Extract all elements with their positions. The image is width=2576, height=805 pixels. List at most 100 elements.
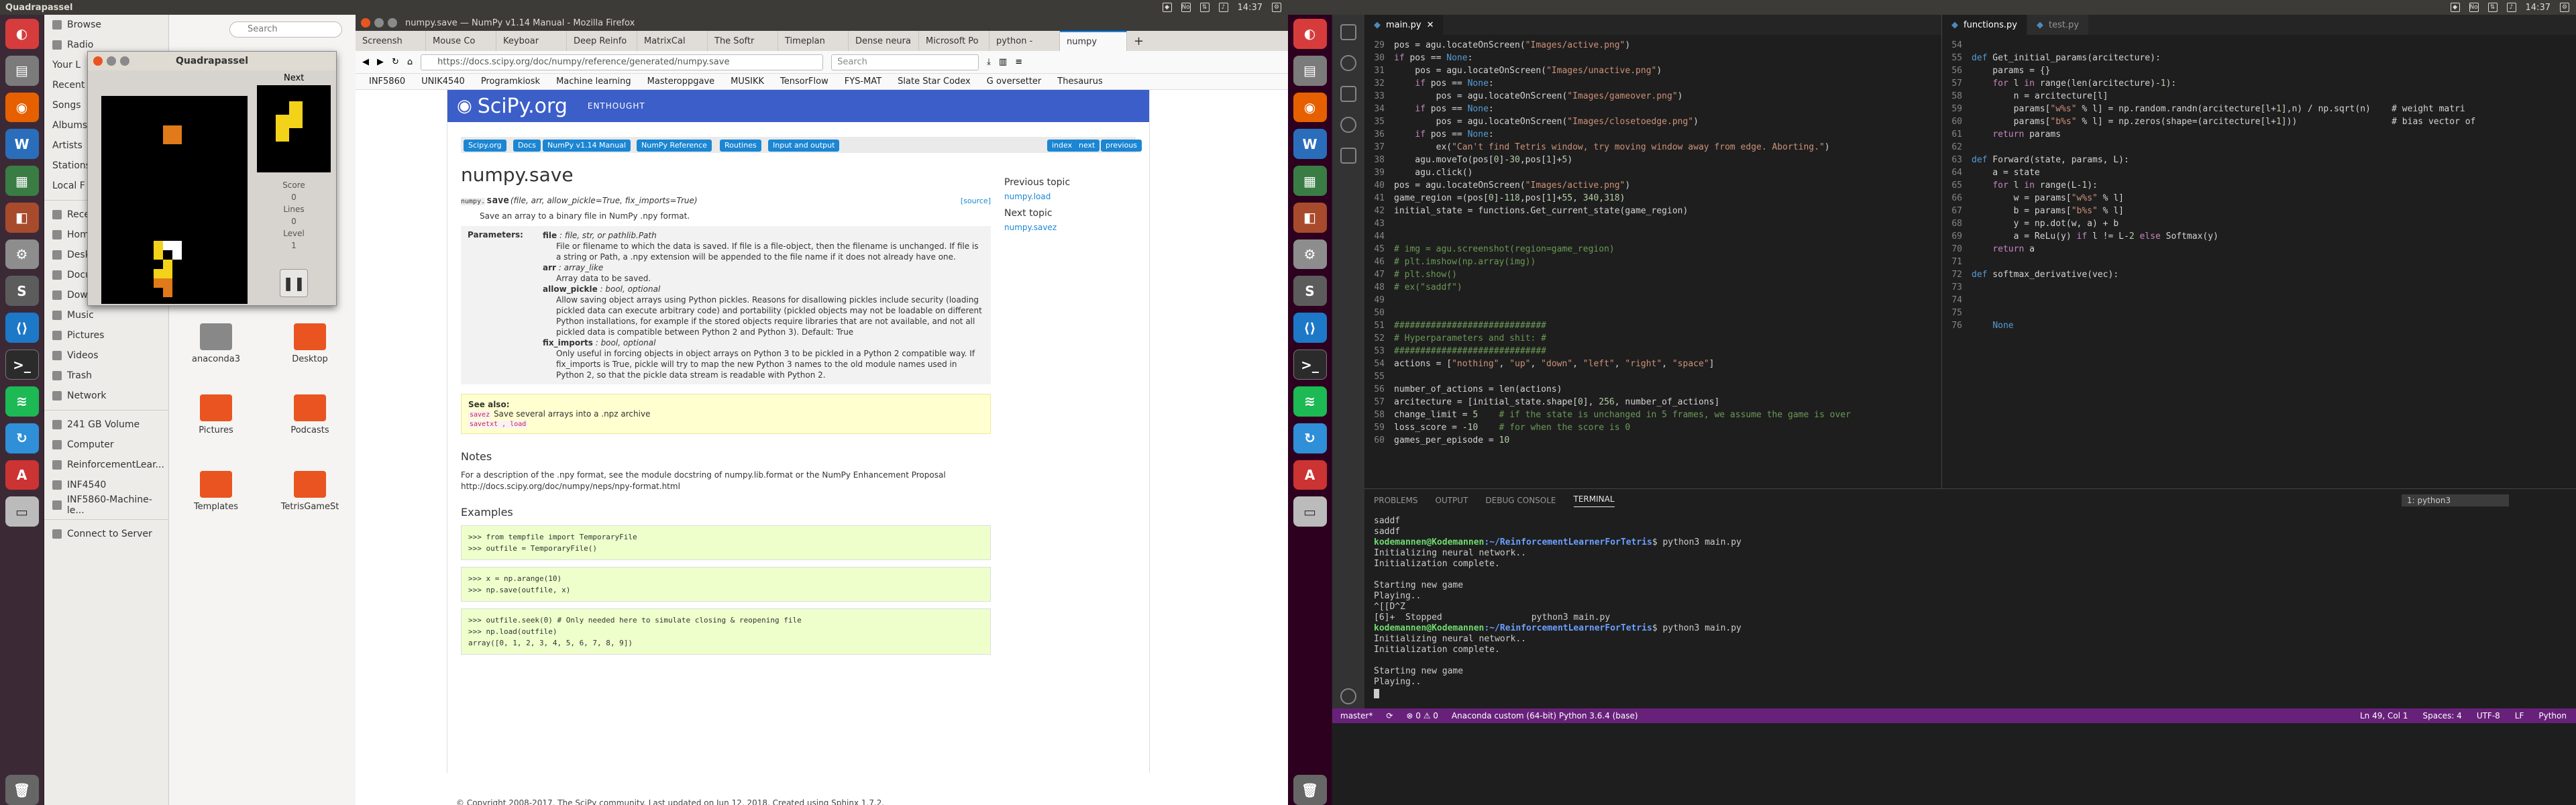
dropbox-icon[interactable]: ◆ <box>1162 3 1172 12</box>
code-line[interactable]: 75 <box>1942 307 2576 319</box>
tab-problems[interactable]: PROBLEMS <box>1374 496 1418 505</box>
tab-terminal[interactable]: TERMINAL <box>1573 494 1615 507</box>
code-line[interactable]: 59 loss_score = -10 # for when the score … <box>1364 421 1941 434</box>
code-line[interactable]: 46 # plt.imshow(np.array(img)) <box>1364 256 1941 268</box>
code-line[interactable]: 61 return params <box>1942 128 2576 141</box>
code-line[interactable]: 31 pos = agu.locateOnScreen("Images/unac… <box>1364 64 1941 77</box>
volume-icon[interactable]: ♪ <box>1218 3 1228 12</box>
tetris-titlebar[interactable]: Quadrapassel <box>88 52 336 70</box>
terminal-output[interactable]: saddf saddf kodemannen@Kodemannen:~/Reinfo… <box>1364 512 2576 698</box>
url-bar[interactable]: https://docs.scipy.org/doc/numpy/referen… <box>421 54 824 70</box>
browser-tab[interactable]: Mouse Co <box>426 31 496 51</box>
line-ending[interactable]: LF <box>2515 711 2524 720</box>
settings-gear-icon[interactable]: ⚙ <box>1272 3 1281 12</box>
code-line[interactable]: 58 n = arcitecture[l] <box>1942 90 2576 103</box>
code-line[interactable]: 43 <box>1364 217 1941 230</box>
back-icon[interactable]: ◀ <box>362 57 369 67</box>
encoding[interactable]: UTF-8 <box>2477 711 2500 720</box>
code-line[interactable]: 44 <box>1364 230 1941 243</box>
sidebar-item-pictures[interactable]: Pictures <box>44 325 168 345</box>
savetxt-load-links[interactable]: savetxt , load <box>468 421 528 428</box>
code-line[interactable]: 32 if pos == None: <box>1364 77 1941 90</box>
browser-tab[interactable]: Keyboar <box>496 31 567 51</box>
cursor-position[interactable]: Ln 49, Col 1 <box>2360 711 2408 720</box>
code-line[interactable]: 38 agu.moveTo(pos[0]-30,pos[1]+5) <box>1364 154 1941 166</box>
browser-tab[interactable]: Deep Reinfo <box>567 31 637 51</box>
code-editor-main[interactable]: 29 pos = agu.locateOnScreen("Images/activ… <box>1364 39 1941 488</box>
code-line[interactable]: 45 # img = agu.screenshot(region=game_reg… <box>1364 243 1941 256</box>
breadcrumb-item[interactable]: Input and output <box>768 140 840 152</box>
calc-icon[interactable]: ▦ <box>1293 166 1327 196</box>
sidebar-item[interactable]: Browse <box>44 15 168 35</box>
code-line[interactable]: 63 def Forward(state, params, L): <box>1942 154 2576 166</box>
sidebar-item-bookmark[interactable]: INF4540 <box>44 475 168 495</box>
browser-tab-active[interactable]: numpy <box>1060 31 1127 51</box>
bookmark-item[interactable]: FYS-MAT <box>845 76 881 87</box>
tab-main-py[interactable]: ◆ main.py ✕ <box>1364 15 1444 35</box>
code-line[interactable]: 69 a = ReLu(y) if l != L-2 else Softmax(… <box>1942 230 2576 243</box>
code-line[interactable]: 29 pos = agu.locateOnScreen("Images/activ… <box>1364 39 1941 52</box>
code-line[interactable]: 37 ex("Can't find Tetris window, try mov… <box>1364 141 1941 154</box>
code-line[interactable]: 60 params["b%s" % l] = np.zeros(shape=(a… <box>1942 115 2576 128</box>
search-input[interactable]: Search <box>229 21 342 38</box>
tab-debug-console[interactable]: DEBUG CONSOLE <box>1485 496 1556 505</box>
folder-item[interactable]: Desktop <box>270 323 350 364</box>
code-line[interactable]: 74 <box>1942 294 2576 307</box>
maximize-button[interactable] <box>388 18 397 28</box>
tetris-board[interactable] <box>101 96 248 304</box>
folder-item[interactable]: Podcasts <box>270 394 350 435</box>
close-button[interactable] <box>361 18 370 28</box>
clock[interactable]: 14:37 <box>1238 3 1263 13</box>
tab-functions-py[interactable]: ◆ functions.py <box>1942 15 2027 35</box>
code-line[interactable]: 53 ############################# <box>1364 345 1941 358</box>
code-line[interactable]: 33 pos = agu.locateOnScreen("Images/game… <box>1364 90 1941 103</box>
sidebar-item-bookmark[interactable]: INF5860-Machine-le... <box>44 494 168 516</box>
code-line[interactable]: 50 <box>1364 307 1941 319</box>
code-line[interactable]: 57 arcitecture = [initial_state.shape[0],… <box>1364 396 1941 409</box>
tab-output[interactable]: OUTPUT <box>1436 496 1468 505</box>
terminal-select[interactable]: 1: python3 <box>2402 494 2509 506</box>
forward-icon[interactable]: ▶ <box>377 57 384 67</box>
breadcrumb-item[interactable]: Routines <box>720 140 761 152</box>
browser-tab[interactable]: Dense neura <box>849 31 919 51</box>
previous-link[interactable]: previous <box>1101 140 1142 152</box>
folder-item[interactable]: anaconda3 <box>176 323 256 364</box>
python-interpreter[interactable]: Anaconda custom (64-bit) Python 3.6.4 (b… <box>1452 711 1638 720</box>
code-line[interactable]: 34 if pos == None: <box>1364 103 1941 115</box>
close-tab-icon[interactable]: ✕ <box>1427 20 1434 30</box>
pause-button[interactable]: ❚❚ <box>280 269 308 297</box>
browser-tab[interactable]: Screensh <box>356 31 426 51</box>
bookmark-item[interactable]: G oversetter <box>987 76 1042 87</box>
downloads-icon[interactable]: ⤓ <box>987 57 991 67</box>
code-line[interactable]: 71 <box>1942 256 2576 268</box>
vscode-icon[interactable]: ⟨⟩ <box>5 313 39 343</box>
software-icon[interactable]: A <box>1293 460 1327 490</box>
browser-tab[interactable]: Timeplan <box>778 31 849 51</box>
code-line[interactable]: 64 a = state <box>1942 166 2576 179</box>
code-line[interactable]: 57 for l in range(len(arcitecture)-1): <box>1942 77 2576 90</box>
vscode-icon[interactable]: ⟨⟩ <box>1293 313 1327 343</box>
terminal-icon[interactable]: >_ <box>1293 350 1327 380</box>
writer-icon[interactable]: W <box>5 129 39 160</box>
code-line[interactable]: 56 params = {} <box>1942 64 2576 77</box>
source-control-icon[interactable] <box>1340 86 1356 102</box>
sidebar-item-bookmark[interactable]: ReinforcementLear... <box>44 455 168 475</box>
settings-icon[interactable]: ⚙ <box>1293 239 1327 270</box>
code-line[interactable]: 48 # ex("saddf") <box>1364 281 1941 294</box>
search-icon[interactable] <box>1340 55 1356 71</box>
sidebar-item-volume[interactable]: 241 GB Volume <box>44 415 168 435</box>
sidebar-item-computer[interactable]: Computer <box>44 435 168 455</box>
bookmark-item[interactable]: Slate Star Codex <box>898 76 971 87</box>
clock[interactable]: 14:37 <box>2526 3 2551 13</box>
firefox-icon[interactable]: ◉ <box>5 92 39 123</box>
reload-icon[interactable]: ↻ <box>392 57 399 67</box>
firefox-titlebar[interactable]: numpy.save — NumPy v1.14 Manual - Mozill… <box>356 15 1288 31</box>
code-line[interactable]: 68 y = np.dot(w, a) + b <box>1942 217 2576 230</box>
bookmark-item[interactable]: Programkiosk <box>481 76 540 87</box>
settings-gear-icon[interactable]: ⚙ <box>2560 3 2569 12</box>
debug-icon[interactable] <box>1340 117 1356 133</box>
calc-icon[interactable]: ▦ <box>5 166 39 196</box>
bookmark-item[interactable]: Masteroppgave <box>647 76 714 87</box>
firefox-icon[interactable]: ◉ <box>1293 92 1327 123</box>
breadcrumb-item[interactable]: Scipy.org <box>464 140 506 152</box>
